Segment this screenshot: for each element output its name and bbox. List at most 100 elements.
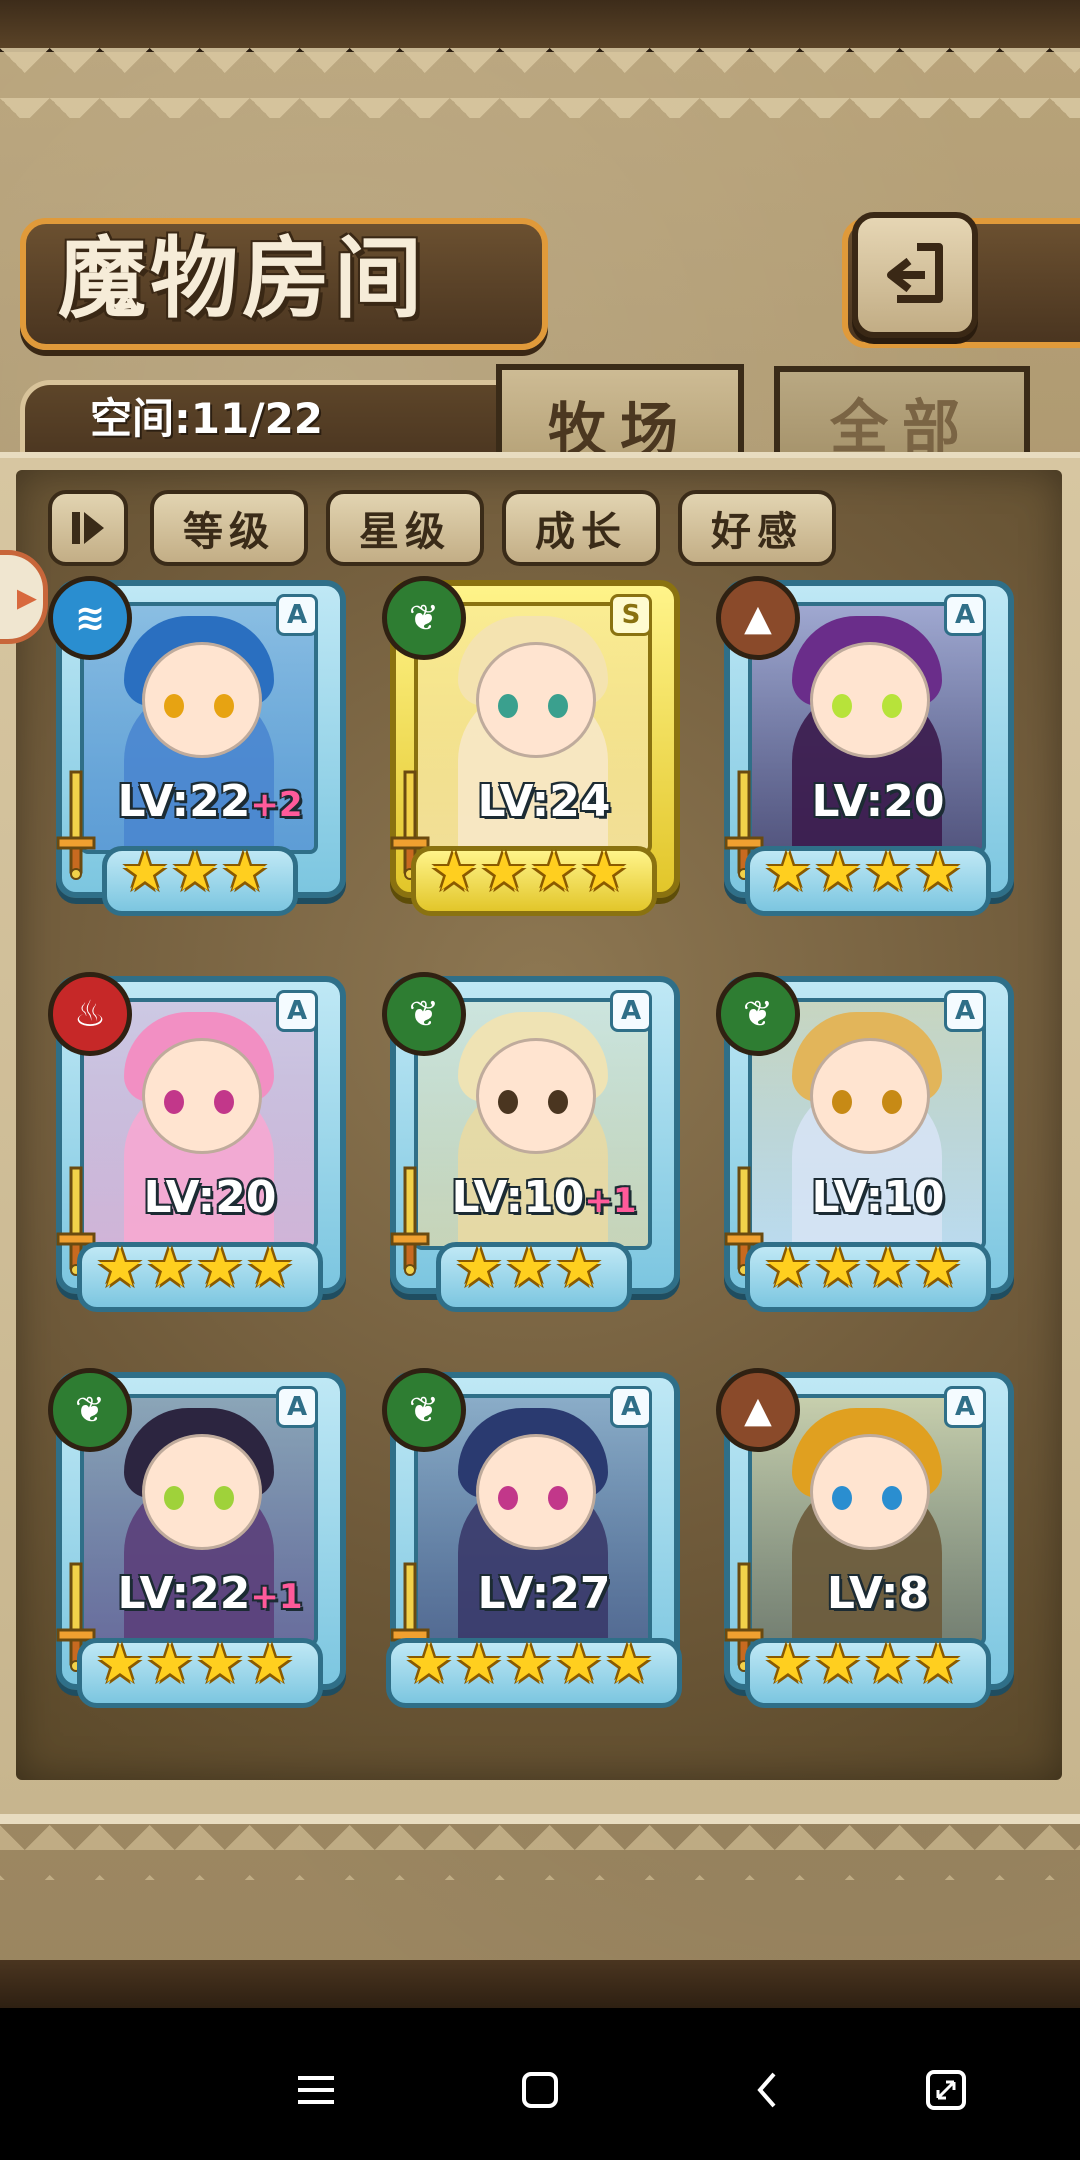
torn-paper-edge-top [0,48,1080,118]
star-icon: ★ [404,1632,454,1695]
monster-card[interactable]: A ▲ LV:20 ★ ★ ★ ★ [716,576,1014,916]
star-rating: ★ ★ ★ ★ [718,1634,1008,1700]
star-icon: ★ [554,1236,604,1299]
monster-card[interactable]: A ❦ LV:10+1 ★ ★ ★ [382,972,680,1312]
star-icon: ★ [95,1236,145,1299]
star-rating: ★ ★ ★ ★ [384,842,674,908]
star-icon: ★ [604,1632,654,1695]
back-icon[interactable] [728,2050,808,2130]
star-icon: ★ [763,840,813,903]
portrait-eye [832,1090,852,1114]
star-icon: ★ [863,1236,913,1299]
rank-badge: A [610,990,652,1032]
recent-apps-icon[interactable] [906,2050,986,2130]
star-icon: ★ [863,1632,913,1695]
star-rating: ★ ★ ★ ★ [50,1238,340,1304]
mountain-icon: ▲ [716,576,800,660]
leaf-icon: ❦ [716,972,800,1056]
rank-badge: S [610,594,652,636]
level-bonus: +1 [250,1577,303,1617]
star-icon: ★ [120,840,170,903]
monster-card[interactable]: S ❦ LV:24 ★ ★ ★ ★ [382,576,680,916]
sort-by-stars-button[interactable]: 星级 [326,490,484,566]
monster-card[interactable]: A ❦ LV:10 ★ ★ ★ ★ [716,972,1014,1312]
star-icon: ★ [454,1632,504,1695]
portrait-eye [214,1090,234,1114]
star-icon: ★ [913,840,963,903]
monster-card[interactable]: A ♨ LV:20 ★ ★ ★ ★ [48,972,346,1312]
portrait-eye [164,1486,184,1510]
leaf-icon: ❦ [382,576,466,660]
portrait-eye [882,694,902,718]
fire-icon: ♨ [48,972,132,1056]
portrait-head [810,1038,930,1154]
level-label: LV:22+1 [117,1568,303,1619]
star-icon: ★ [479,840,529,903]
level-label: LV:27 [477,1568,611,1619]
star-icon: ★ [245,1236,295,1299]
rank-badge: A [276,990,318,1032]
rank-badge: A [276,594,318,636]
star-icon: ★ [554,1632,604,1695]
portrait-eye [548,1090,568,1114]
star-icon: ★ [579,840,629,903]
portrait-head [810,1434,930,1550]
star-icon: ★ [813,840,863,903]
portrait-head [142,1434,262,1550]
portrait-eye [832,1486,852,1510]
star-icon: ★ [813,1236,863,1299]
star-icon: ★ [913,1632,963,1695]
portrait-head [142,642,262,758]
portrait-eye [498,1486,518,1510]
monster-card[interactable]: A ≋ LV:22+2 ★ ★ ★ [48,576,346,916]
level-label: LV:22+2 [117,776,303,827]
star-icon: ★ [245,1632,295,1695]
monster-card[interactable]: A ❦ LV:22+1 ★ ★ ★ ★ [48,1368,346,1708]
rank-badge: A [944,990,986,1032]
level-label: LV:10 [811,1172,945,1223]
space-counter: 空间:11/22 [90,394,324,443]
sort-by-growth-button[interactable]: 成长 [502,490,660,566]
star-icon: ★ [504,1632,554,1695]
return-button[interactable] [852,212,978,338]
portrait-head [476,642,596,758]
portrait-eye [498,694,518,718]
portrait-head [476,1038,596,1154]
sort-order-toggle-button[interactable] [48,490,128,566]
portrait-head [476,1434,596,1550]
leaf-icon: ❦ [382,972,466,1056]
level-bonus: +2 [250,785,303,825]
home-icon[interactable] [500,2050,580,2130]
sort-by-level-button[interactable]: 等级 [150,490,308,566]
level-label: LV:20 [811,776,945,827]
star-icon: ★ [504,1236,554,1299]
star-rating: ★ ★ ★ [384,1238,674,1304]
rank-badge: A [944,1386,986,1428]
sort-toggle-icon [72,512,104,544]
star-icon: ★ [913,1236,963,1299]
portrait-eye [164,1090,184,1114]
rank-badge: A [276,1386,318,1428]
portrait-eye [832,694,852,718]
level-label: LV:20 [143,1172,277,1223]
portrait-eye [214,694,234,718]
water-icon: ≋ [48,576,132,660]
star-icon: ★ [170,840,220,903]
level-bonus: +1 [584,1181,637,1221]
menu-icon[interactable] [276,2050,356,2130]
portrait-eye [882,1090,902,1114]
bottom-border [0,1960,1080,2008]
portrait-eye [164,694,184,718]
top-border [0,0,1080,52]
portrait-head [142,1038,262,1154]
star-icon: ★ [220,840,270,903]
star-rating: ★ ★ ★ ★ [50,1634,340,1700]
star-icon: ★ [454,1236,504,1299]
star-icon: ★ [813,1632,863,1695]
monster-card[interactable]: A ❦ LV:27 ★ ★ ★ ★ ★ [382,1368,682,1708]
sort-by-affection-button[interactable]: 好感 [678,490,836,566]
return-arrow-icon [887,243,943,303]
portrait-eye [214,1486,234,1510]
star-icon: ★ [763,1236,813,1299]
monster-card[interactable]: A ▲ LV:8 ★ ★ ★ ★ [716,1368,1014,1708]
